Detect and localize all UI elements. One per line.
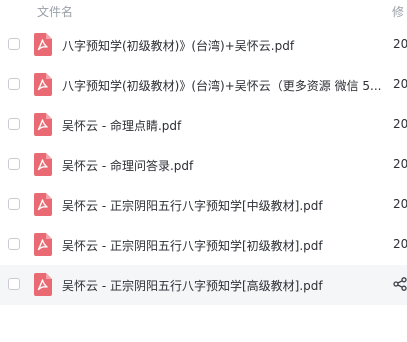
file-name[interactable]: 吴怀云 - 正宗阴阳五行八字预知学[中级教材].pdf <box>62 197 382 214</box>
column-header-filename[interactable]: 文件名 <box>37 3 73 20</box>
file-row[interactable]: 吴怀云 - 命理问答录.pdf 20 <box>0 145 407 185</box>
modified-date: 20 <box>393 197 407 211</box>
row-checkbox[interactable] <box>8 238 20 250</box>
column-header-modified[interactable]: 修 <box>392 3 404 20</box>
pdf-file-icon <box>34 33 52 56</box>
modified-date: 20 <box>393 237 407 251</box>
file-name[interactable]: 八字预知学(初级教材)》(台湾)+吴怀云.pdf <box>62 37 382 54</box>
pdf-file-icon <box>34 73 52 96</box>
file-list-header: 文件名 修 <box>0 0 407 24</box>
share-icon[interactable] <box>393 277 407 291</box>
modified-date: 20 <box>393 157 407 171</box>
pdf-file-icon <box>34 113 52 136</box>
file-name[interactable]: 吴怀云 - 命理点睛.pdf <box>62 117 382 134</box>
file-row[interactable]: 八字预知学(初级教材)》(台湾)+吴怀云.pdf 20 <box>0 25 407 65</box>
file-row[interactable]: 吴怀云 - 命理点睛.pdf 20 <box>0 105 407 145</box>
row-checkbox[interactable] <box>8 118 20 130</box>
file-row[interactable]: 吴怀云 - 正宗阴阳五行八字预知学[高级教材].pdf <box>0 265 407 305</box>
file-name[interactable]: 吴怀云 - 正宗阴阳五行八字预知学[高级教材].pdf <box>62 277 382 294</box>
pdf-file-icon <box>34 233 52 256</box>
row-checkbox[interactable] <box>8 78 20 90</box>
row-checkbox[interactable] <box>8 198 20 210</box>
modified-date: 20 <box>393 77 407 91</box>
row-checkbox[interactable] <box>8 278 20 290</box>
pdf-file-icon <box>34 273 52 296</box>
row-checkbox[interactable] <box>8 158 20 170</box>
pdf-file-icon <box>34 153 52 176</box>
file-row[interactable]: 吴怀云 - 正宗阴阳五行八字预知学[初级教材].pdf 20 <box>0 225 407 265</box>
modified-date: 20 <box>393 37 407 51</box>
pdf-file-icon <box>34 193 52 216</box>
file-name[interactable]: 八字预知学(初级教材)》(台湾)+吴怀云（更多资源 微信 5... <box>62 77 382 94</box>
row-checkbox[interactable] <box>8 38 20 50</box>
file-list-page: 文件名 修 八字预知学(初级教材)》(台湾)+吴怀云.pdf 20 八字预知学(… <box>0 0 407 342</box>
file-name[interactable]: 吴怀云 - 命理问答录.pdf <box>62 157 382 174</box>
file-row[interactable]: 吴怀云 - 正宗阴阳五行八字预知学[中级教材].pdf 20 <box>0 185 407 225</box>
file-row[interactable]: 八字预知学(初级教材)》(台湾)+吴怀云（更多资源 微信 5... 20 <box>0 65 407 105</box>
file-name[interactable]: 吴怀云 - 正宗阴阳五行八字预知学[初级教材].pdf <box>62 237 382 254</box>
modified-date: 20 <box>393 117 407 131</box>
